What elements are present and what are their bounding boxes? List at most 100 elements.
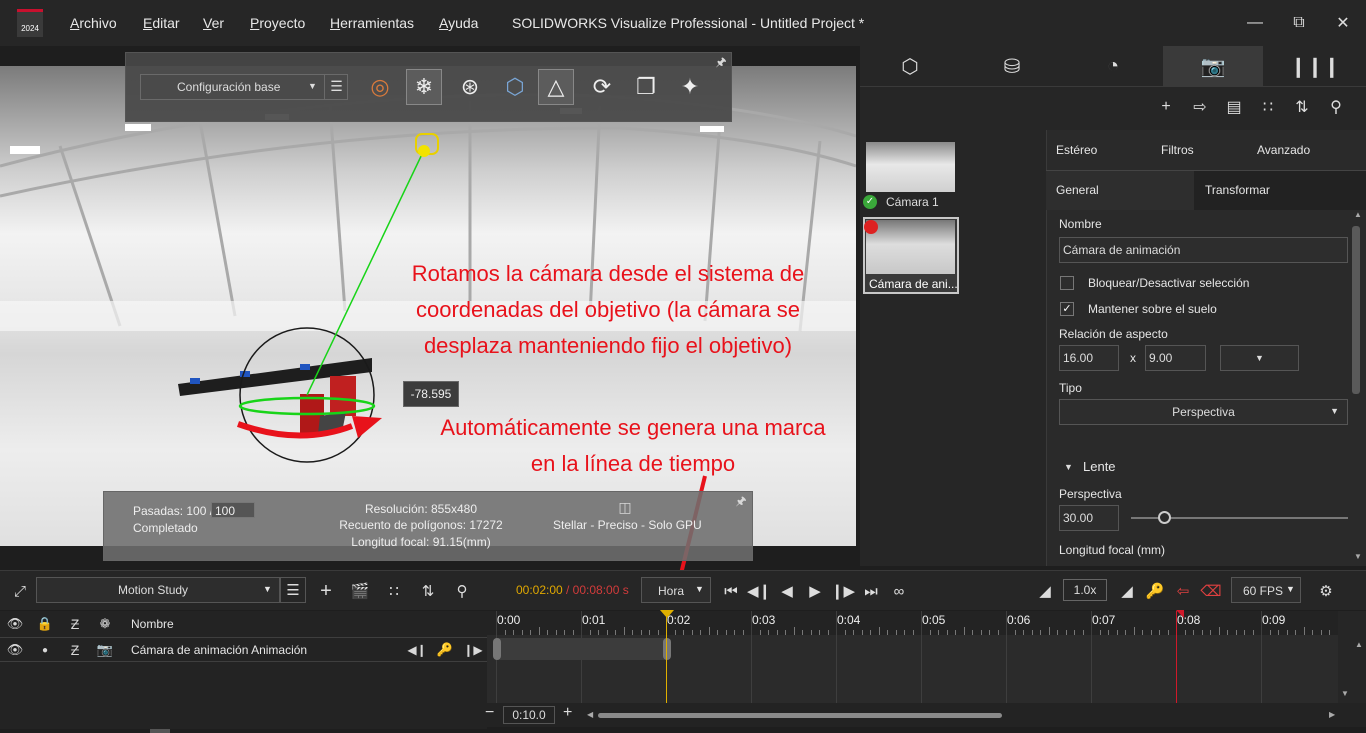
track-eye-icon[interactable]: 👁 <box>4 641 26 659</box>
search-icon[interactable]: ⚲ <box>1321 94 1351 120</box>
ease-in-icon[interactable]: ◢ <box>1032 580 1058 602</box>
header-scroll-thumb[interactable] <box>150 729 170 733</box>
collapse-icon[interactable]: ▼ <box>1064 462 1073 472</box>
timeline-search-icon[interactable]: ⚲ <box>449 580 475 602</box>
add-camera-icon[interactable]: + <box>1151 94 1181 120</box>
skip-end-icon[interactable]: ⏭ <box>858 580 884 602</box>
track-key-icon[interactable]: 🔑 <box>434 641 456 659</box>
select-cube-icon[interactable]: ⬡ <box>497 69 533 105</box>
menu-ver[interactable]: Ver <box>203 15 224 31</box>
zoom-input[interactable]: 0:10.0 <box>503 706 555 724</box>
track-z-icon[interactable]: Ƶ <box>64 641 86 659</box>
list-icon[interactable]: ☰ <box>324 74 348 100</box>
track-lock-dot-icon[interactable]: ● <box>34 641 56 659</box>
settings-gizmo-icon[interactable]: ⚙ <box>1313 580 1339 602</box>
scroll-up-icon[interactable]: ▲ <box>1354 210 1362 219</box>
aspect-width-input[interactable]: 16.00 <box>1059 345 1119 371</box>
menu-editar[interactable]: Editar <box>143 15 180 31</box>
camera-1-thumbnail[interactable] <box>866 142 955 192</box>
add-track-icon[interactable]: + <box>313 580 339 602</box>
tab-cameras-icon[interactable]: 📷 <box>1163 46 1263 86</box>
brain-tool-icon[interactable]: ❄ <box>406 69 442 105</box>
sort-icon[interactable]: ⇅ <box>415 580 441 602</box>
key-icon[interactable]: 🔑 <box>1142 580 1168 602</box>
properties-scrollbar[interactable] <box>1352 226 1360 394</box>
box-move-icon[interactable]: ❐ <box>628 69 664 105</box>
tab-libraries-icon[interactable]: ❙❙❙ <box>1265 46 1365 86</box>
restore-icon[interactable]: ⧉ <box>1277 8 1321 38</box>
type-select[interactable]: Perspectiva ▼ <box>1059 399 1348 425</box>
motion-study-select[interactable]: Motion Study ▼ <box>36 577 280 603</box>
app-logo[interactable]: 2024 <box>17 9 43 37</box>
tab-transform[interactable]: Transformar <box>1205 183 1270 197</box>
menu-proyecto[interactable]: Proyecto <box>250 15 305 31</box>
tab-appearances-icon[interactable]: ⛁ <box>962 46 1062 86</box>
prev-key-icon[interactable]: ◀❙ <box>746 580 772 602</box>
loop-icon[interactable]: ∞ <box>886 580 912 602</box>
aspect-height-input[interactable]: 9.00 <box>1145 345 1206 371</box>
name-input[interactable]: Cámara de animación <box>1059 237 1348 263</box>
perspective-slider[interactable] <box>1131 511 1348 524</box>
end-marker-line[interactable] <box>1176 611 1177 703</box>
speed-input[interactable]: 1.0x <box>1063 579 1107 601</box>
camera-2-thumbnail[interactable] <box>866 220 955 274</box>
magic-camera-icon[interactable]: ✦ <box>672 69 708 105</box>
layout-icon[interactable]: ▤ <box>1219 94 1249 120</box>
tab-general[interactable]: General <box>1056 183 1099 197</box>
visibility-eye-icon[interactable]: 👁 <box>4 615 26 633</box>
scroll-left-icon[interactable]: ◀ <box>587 710 593 719</box>
tab-models-icon[interactable]: ⬡ <box>860 46 960 86</box>
object-type-icon[interactable]: ❁ <box>94 615 116 633</box>
sort-icon[interactable]: ⇅ <box>1287 94 1317 120</box>
ease-out-icon[interactable]: ◢ <box>1114 580 1140 602</box>
pin-icon[interactable]: 🖈 <box>713 55 729 71</box>
slider-thumb[interactable] <box>1157 511 1171 524</box>
marker-out-icon[interactable]: ⌫ <box>1198 580 1224 602</box>
zoom-in-button[interactable]: + <box>563 704 572 722</box>
lock-checkbox[interactable] <box>1060 276 1074 290</box>
track-name[interactable]: Cámara de animación Animación <box>131 643 307 657</box>
ground-checkbox[interactable]: ✓ <box>1060 302 1074 316</box>
skip-start-icon[interactable]: ⏮ <box>718 580 744 602</box>
next-key-icon[interactable]: ❙▶ <box>830 580 856 602</box>
track-scroll-up-icon[interactable]: ▲ <box>1355 640 1363 649</box>
fps-select[interactable]: 60 FPS ▼ <box>1231 577 1301 603</box>
configuration-select[interactable]: Configuración base ▼ ☰ <box>140 74 348 100</box>
playhead-line[interactable] <box>666 611 667 703</box>
marker-in-icon[interactable]: ⇦ <box>1170 580 1196 602</box>
target-rings-icon[interactable]: ◎ <box>362 69 398 105</box>
time-unit-select[interactable]: Hora ▼ <box>641 577 711 603</box>
turntable-icon[interactable]: ⊛ <box>452 69 488 105</box>
camera-2-label[interactable]: Cámara de ani... <box>869 277 958 291</box>
camera-1-label[interactable]: Cámara 1 <box>886 195 939 209</box>
refresh-icon[interactable]: ⟳ <box>584 69 620 105</box>
menu-herramientas[interactable]: Herramientas <box>330 15 414 31</box>
animation-clip[interactable] <box>495 638 668 660</box>
tab-filters[interactable]: Filtros <box>1161 143 1194 157</box>
menu-archivo[interactable]: Archivo <box>70 15 117 31</box>
track-next-key-icon[interactable]: ❙▶ <box>462 641 484 659</box>
end-marker-handle[interactable] <box>1176 610 1184 618</box>
aspect-preset-dropdown[interactable]: ▼ <box>1220 345 1299 371</box>
gizmo-axes-icon[interactable]: △ <box>538 69 574 105</box>
track-prev-key-icon[interactable]: ◀❙ <box>406 641 428 659</box>
grid-icon[interactable]: ∷ <box>381 580 407 602</box>
tab-scenes-icon[interactable]: ◔ <box>1063 46 1163 86</box>
list-icon[interactable]: ☰ <box>280 577 306 603</box>
status-pin-icon[interactable]: 🖈 <box>733 494 749 510</box>
passes-input[interactable]: 100 <box>211 502 255 518</box>
play-icon[interactable]: ▶ <box>802 580 828 602</box>
minimize-icon[interactable]: — <box>1233 8 1277 38</box>
keyframe-new[interactable] <box>663 638 671 660</box>
scroll-down-icon[interactable]: ▼ <box>1354 552 1362 561</box>
zoom-out-button[interactable]: − <box>485 704 494 722</box>
keyframe-start[interactable] <box>493 638 501 660</box>
lens-section[interactable]: Lente <box>1083 459 1116 474</box>
scroll-right-icon[interactable]: ▶ <box>1329 710 1335 719</box>
export-icon[interactable]: ⇨ <box>1185 94 1215 120</box>
perspective-input[interactable]: 30.00 <box>1059 505 1119 531</box>
track-scroll-down-icon[interactable]: ▼ <box>1341 689 1349 698</box>
playhead-handle[interactable] <box>660 610 674 618</box>
step-back-icon[interactable]: ◀ <box>774 580 800 602</box>
collapse-arrows-icon[interactable]: ⤢ <box>7 580 33 602</box>
